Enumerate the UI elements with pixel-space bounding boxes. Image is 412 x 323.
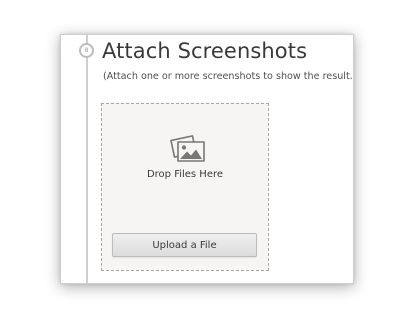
section-title: Attach Screenshots — [102, 39, 308, 63]
file-dropzone[interactable]: Drop Files Here Upload a File — [101, 103, 269, 271]
drop-files-label: Drop Files Here — [146, 169, 224, 180]
upload-file-button[interactable]: Upload a File — [112, 233, 257, 257]
timeline-line — [86, 35, 88, 283]
step-marker: 8 — [79, 43, 94, 58]
step-number: 8 — [84, 46, 89, 54]
section-subtitle: (Attach one or more screenshots to show … — [103, 71, 354, 82]
photos-icon — [170, 135, 205, 162]
attach-screenshots-panel: 8 Attach Screenshots (Attach one or more… — [60, 34, 354, 284]
